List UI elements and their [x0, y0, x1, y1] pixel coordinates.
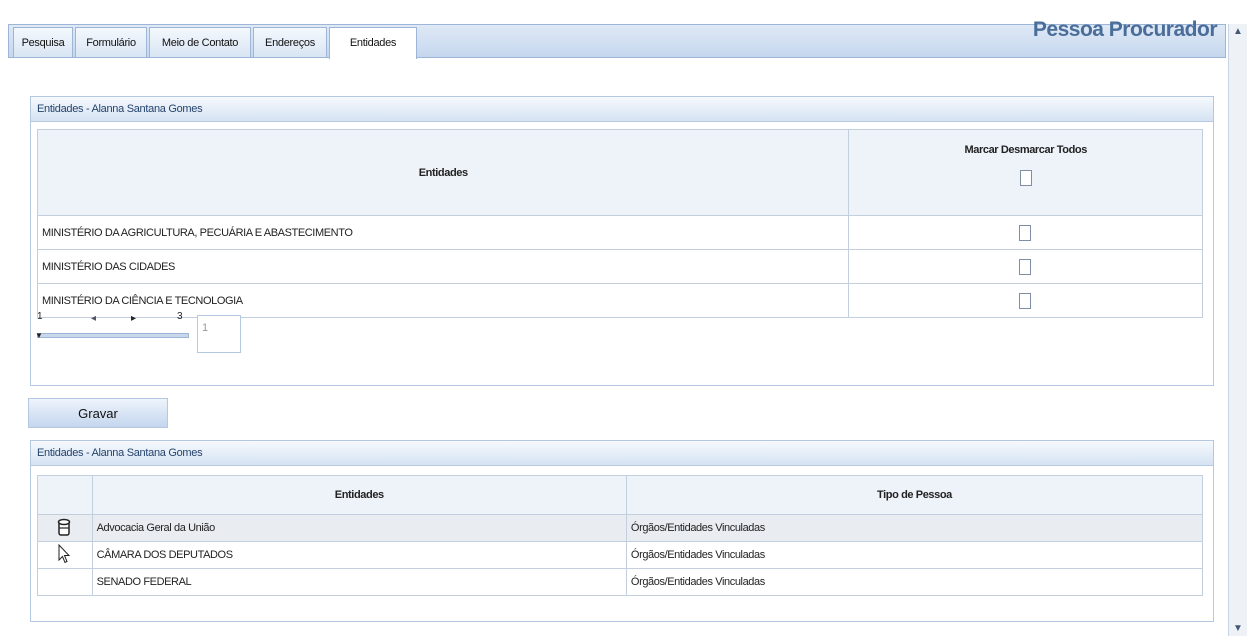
- scroll-up-icon[interactable]: ▲: [1233, 26, 1243, 37]
- page-title: Pessoa Procurador: [1032, 18, 1218, 41]
- page-number-input[interactable]: 1: [197, 315, 241, 353]
- col-header-marcar: Marcar Desmarcar Todos: [848, 129, 1203, 216]
- marcar-desmarcar-label: Marcar Desmarcar Todos: [964, 144, 1088, 156]
- entidade-name: MINISTÉRIO DA AGRICULTURA, PECUÁRIA E AB…: [36, 215, 850, 250]
- cursor-icon: [58, 543, 71, 563]
- entidade-name: CÂMARA DOS DEPUTADOS: [91, 541, 627, 569]
- prev-page-icon[interactable]: ◂: [91, 313, 96, 324]
- slider-handle-icon[interactable]: ▼: [35, 331, 43, 340]
- tipo-pessoa: Órgãos/Entidades Vinculadas: [625, 514, 1204, 542]
- entidades-selection-panel: Entidades - Alanna Santana Gomes Entidad…: [30, 96, 1214, 386]
- row-checkbox[interactable]: [1019, 258, 1032, 275]
- select-all-checkbox[interactable]: [1019, 170, 1032, 186]
- tab-meio-de-contato[interactable]: Meio de Contato: [149, 27, 251, 57]
- col-header-tipo: Tipo de Pessoa: [625, 475, 1204, 515]
- table-row[interactable]: MINISTÉRIO DAS CIDADES: [36, 249, 1203, 284]
- pager-first: 1: [37, 311, 43, 322]
- pager-last: 3: [177, 311, 183, 322]
- entidades-selection-table: Entidades Marcar Desmarcar Todos MINISTÉ…: [36, 129, 1203, 318]
- entidade-name: MINISTÉRIO DAS CIDADES: [36, 249, 850, 284]
- vertical-scrollbar[interactable]: ▲ ▼: [1228, 24, 1247, 636]
- entidades-vinculadas-table: Entidades Tipo de Pessoa Advocacia Geral…: [37, 475, 1204, 596]
- entidades-vinculadas-panel: Entidades - Alanna Santana Gomes Entidad…: [30, 440, 1214, 622]
- scroll-down-icon[interactable]: ▼: [1233, 623, 1243, 634]
- pager: 1 ◂ ▸ 3 ▼ 1: [35, 311, 247, 355]
- panel-header: Entidades - Alanna Santana Gomes: [31, 441, 1213, 466]
- entidade-name: SENADO FEDERAL: [91, 568, 627, 596]
- table-row[interactable]: MINISTÉRIO DA AGRICULTURA, PECUÁRIA E AB…: [36, 215, 1203, 250]
- tab-formulario[interactable]: Formulário: [75, 27, 147, 57]
- trash-icon[interactable]: [57, 518, 71, 536]
- col-header-entidades: Entidades: [91, 475, 627, 515]
- col-header-actions: [37, 475, 93, 515]
- table-row[interactable]: SENADO FEDERAL Órgãos/Entidades Vinculad…: [37, 568, 1204, 596]
- pager-slider[interactable]: [37, 333, 189, 338]
- row-checkbox[interactable]: [1019, 292, 1032, 309]
- col-header-entidades: Entidades: [36, 129, 850, 216]
- tab-entidades[interactable]: Entidades: [329, 27, 417, 59]
- entidade-name: Advocacia Geral da União: [91, 514, 627, 542]
- row-checkbox[interactable]: [1019, 224, 1032, 241]
- table-row[interactable]: Advocacia Geral da União Órgãos/Entidade…: [37, 514, 1204, 542]
- tab-pesquisa[interactable]: Pesquisa: [13, 27, 73, 57]
- tipo-pessoa: Órgãos/Entidades Vinculadas: [625, 568, 1204, 596]
- panel-header: Entidades - Alanna Santana Gomes: [31, 97, 1213, 122]
- gravar-button[interactable]: Gravar: [28, 398, 168, 428]
- table-row[interactable]: CÂMARA DOS DEPUTADOS Órgãos/Entidades Vi…: [37, 541, 1204, 569]
- tab-enderecos[interactable]: Endereços: [253, 27, 327, 57]
- tipo-pessoa: Órgãos/Entidades Vinculadas: [625, 541, 1204, 569]
- next-page-icon[interactable]: ▸: [131, 313, 136, 324]
- top-bar: Pesquisa Formulário Meio de Contato Ende…: [0, 0, 1247, 60]
